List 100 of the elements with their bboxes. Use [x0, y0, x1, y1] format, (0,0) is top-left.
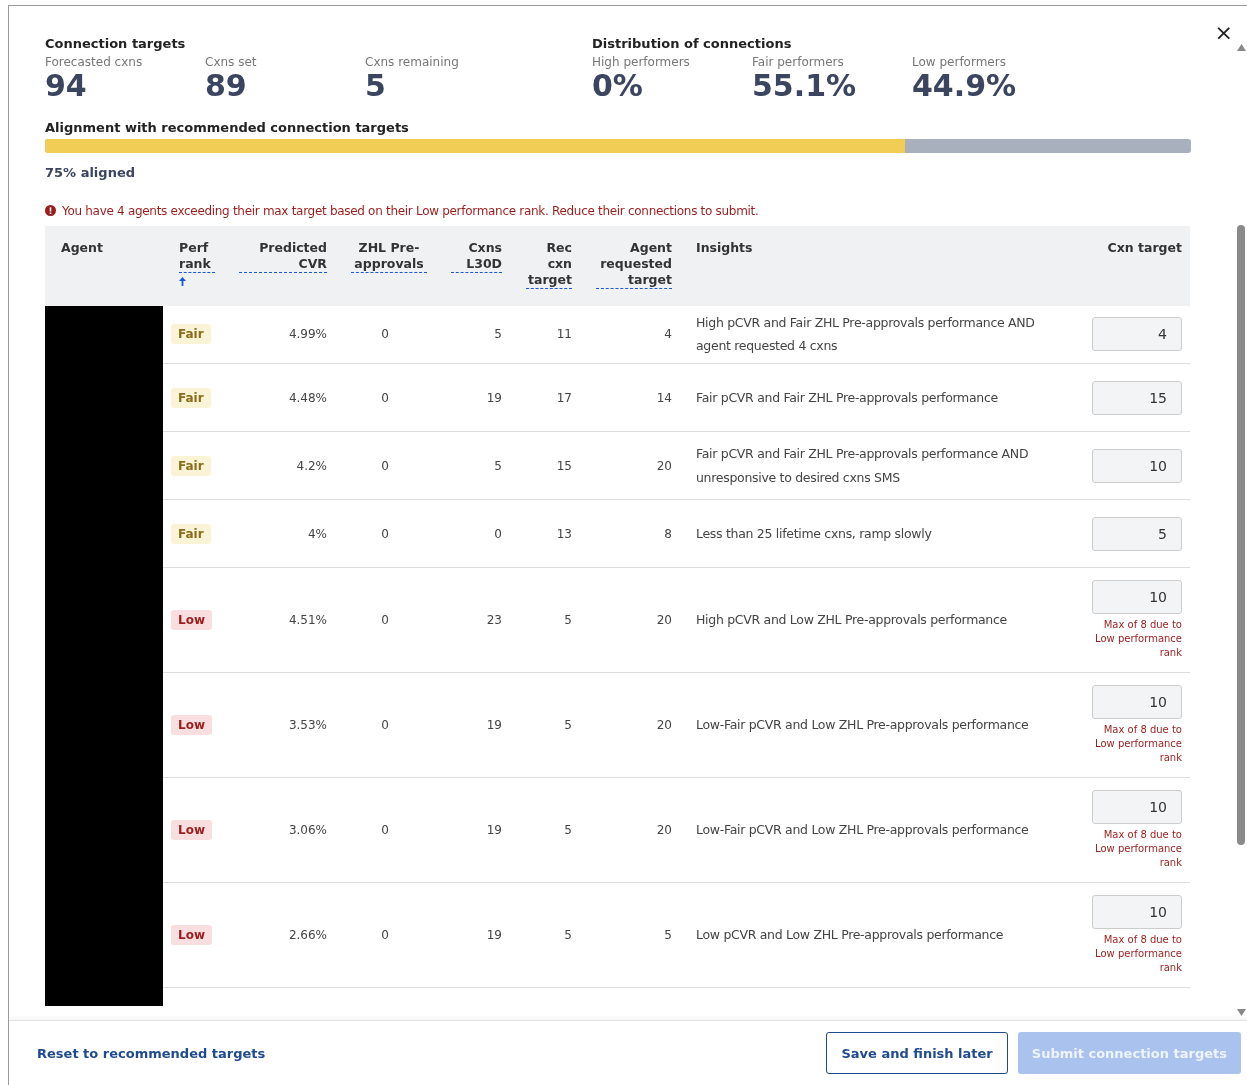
- target-input[interactable]: 10: [1092, 448, 1182, 483]
- table-cell: 2.66%: [288, 928, 327, 942]
- table-cell: 15: [556, 458, 572, 473]
- table-cell: 5: [664, 928, 672, 942]
- sort-up-icon[interactable]: [179, 277, 186, 286]
- target-warning: Max of 8 due to Low performance rank: [1094, 723, 1182, 765]
- header-cell[interactable]: Perf rank: [163, 225, 223, 306]
- table-cell: 0: [381, 928, 389, 942]
- table-cell: 19: [486, 390, 502, 405]
- table-cell: 5: [564, 613, 572, 627]
- section-title: Distribution of connections: [592, 36, 793, 51]
- table-cell: 0: [381, 613, 389, 627]
- scrollbar[interactable]: [1235, 44, 1247, 1016]
- target-input[interactable]: 10: [1092, 685, 1182, 719]
- table-cell: 5: [494, 458, 502, 473]
- stat-value: 44.9%: [912, 69, 1018, 104]
- table-cell: 4.99%: [288, 327, 327, 342]
- rank-badge: Fair: [171, 455, 211, 476]
- stat-value: 89: [205, 69, 248, 104]
- stat-value: 5: [365, 69, 387, 104]
- target-warning: Max of 8 due to Low performance rank: [1094, 933, 1182, 975]
- target-input[interactable]: 4: [1092, 317, 1182, 352]
- section-title: Connection targets: [45, 36, 187, 51]
- rank-badge: Low: [171, 820, 212, 840]
- column-header: Insights: [696, 239, 753, 256]
- scroll-down-icon[interactable]: [1236, 1009, 1246, 1016]
- target-input[interactable]: 10: [1092, 580, 1182, 614]
- column-header[interactable]: Cxns L30D: [451, 239, 502, 273]
- target-input[interactable]: 10: [1092, 895, 1182, 929]
- target-warning: Max of 8 due to Low performance rank: [1094, 828, 1182, 870]
- rank-badge: Fair: [171, 523, 211, 544]
- stat-label: Forecasted cxns: [45, 55, 144, 69]
- table-cell: 0: [381, 718, 389, 732]
- stat-value: 0%: [592, 69, 643, 104]
- stat-value: 94: [45, 69, 88, 104]
- save-button[interactable]: Save and finish later: [826, 1032, 1008, 1074]
- rank-badge: Low: [171, 715, 212, 735]
- error-message: You have 4 agents exceeding their max target based on their Low performance rank. Reduce their connections to submit.: [62, 203, 759, 218]
- table-cell: 5: [564, 718, 572, 732]
- column-header[interactable]: Predicted CVR: [239, 239, 327, 273]
- table-cell: 0: [381, 823, 389, 837]
- insight-text: Less than 25 lifetime cxns, ramp slowly: [696, 525, 932, 541]
- table-cell: 3.06%: [288, 823, 327, 837]
- column-header[interactable]: Rec cxn target: [526, 239, 572, 290]
- table-cell: 19: [486, 718, 502, 732]
- rank-badge: Fair: [171, 324, 211, 345]
- close-button[interactable]: ×: [1214, 20, 1233, 45]
- column-header: Cxn target: [1107, 239, 1182, 256]
- alignment-caption: 75% aligned: [45, 164, 136, 180]
- rank-badge: Low: [171, 925, 212, 945]
- table-cell: 3.53%: [288, 718, 327, 732]
- target-input[interactable]: 15: [1092, 380, 1182, 415]
- table-cell: 20: [656, 823, 672, 837]
- insight-text: High pCVR and Low ZHL Pre-approvals performance: [696, 612, 1007, 628]
- target-input[interactable]: 5: [1092, 516, 1182, 551]
- table-cell: 14: [656, 390, 672, 405]
- rank-badge: Low: [171, 610, 212, 630]
- target-warning: Max of 8 due to Low performance rank: [1094, 618, 1182, 660]
- table-cell: 0: [494, 526, 502, 541]
- insight-text: Low pCVR and Low ZHL Pre-approvals performance: [696, 927, 1004, 943]
- table-cell: 5: [564, 928, 572, 942]
- insight-text: Low-Fair pCVR and Low ZHL Pre-approvals performance: [696, 717, 1029, 733]
- table-cell: 5: [494, 327, 502, 342]
- column-header[interactable]: Agent requested target: [596, 239, 672, 290]
- insight-text: Low-Fair pCVR and Low ZHL Pre-approvals performance: [696, 822, 1029, 838]
- reset-link[interactable]: Reset to recommended targets: [37, 1045, 266, 1061]
- stat-label: High performers: [592, 55, 691, 69]
- table-cell: 0: [381, 390, 389, 405]
- section-title: Alignment with recommended connection targets: [45, 119, 410, 135]
- table-cell: 19: [486, 928, 502, 942]
- table-cell: 8: [664, 526, 672, 541]
- column-header: Agent: [61, 239, 103, 256]
- column-header[interactable]: ZHL Pre-approvals: [351, 239, 427, 273]
- stat-value: 55.1%: [752, 69, 858, 104]
- target-input[interactable]: 10: [1092, 790, 1182, 824]
- table-cell: 0: [381, 327, 389, 342]
- insight-text: Fair pCVR and Fair ZHL Pre-approvals performance: [696, 389, 998, 405]
- scroll-thumb[interactable]: [1237, 225, 1245, 845]
- table-cell: 19: [486, 823, 502, 837]
- column-header[interactable]: Perf rank: [179, 239, 215, 273]
- stat-label: Cxns remaining: [365, 55, 460, 69]
- table-cell: 4: [664, 327, 672, 342]
- table-cell: 13: [556, 526, 572, 541]
- table-cell: 4.2%: [296, 458, 327, 473]
- table-cell: 20: [656, 613, 672, 627]
- table-cell: 5: [564, 823, 572, 837]
- insight-text: High pCVR and Fair ZHL Pre-approvals performance AND agent requested 4 cxns: [696, 314, 1035, 354]
- table-cell: 11: [556, 327, 572, 342]
- table-cell: 0: [381, 458, 389, 473]
- stat-label: Low performers: [912, 55, 1007, 69]
- error-icon: [45, 205, 56, 216]
- stat-label: Fair performers: [752, 55, 845, 69]
- scroll-up-icon[interactable]: [1236, 44, 1246, 51]
- table-cell: 20: [656, 458, 672, 473]
- table-cell: 4.51%: [288, 613, 327, 627]
- table-cell: 4%: [307, 526, 327, 541]
- table-cell: 17: [556, 390, 572, 405]
- insight-text: Fair pCVR and Fair ZHL Pre-approvals performance AND unresponsive to desired cxns SMS: [696, 445, 1029, 485]
- table-cell: 0: [381, 526, 389, 541]
- table-cell: 20: [656, 718, 672, 732]
